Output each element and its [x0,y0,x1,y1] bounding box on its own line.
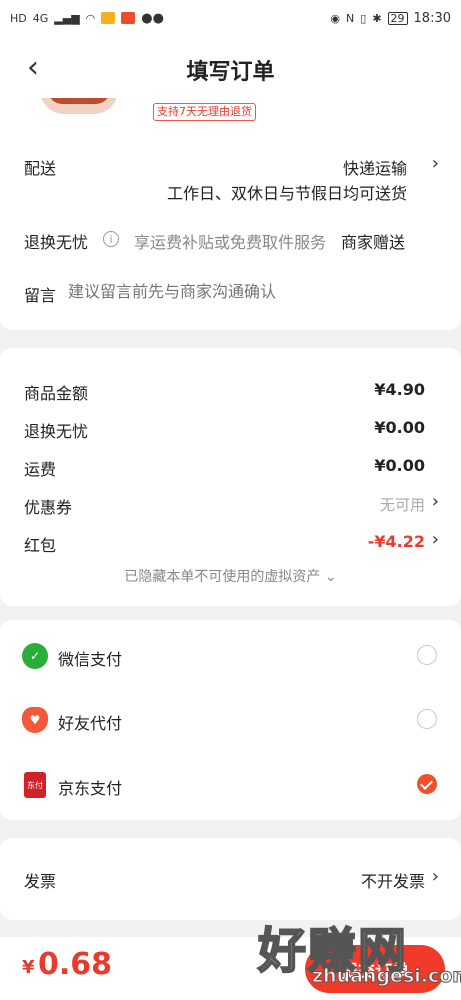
worry-free-value: 商家赠送 [341,233,406,252]
hidden-assets-toggle[interactable]: 已隐藏本单不可使用的虚拟资产 ⌄ [0,566,461,586]
payment-label: 微信支付 [58,650,123,669]
fee-label: 运费 [24,460,57,479]
worry-free-desc: 享运费补贴或免费取件服务 [134,233,327,252]
delivery-label: 配送 [24,159,57,178]
chevron-right-icon[interactable]: › [432,529,439,550]
fee-value: ¥0.00 [374,418,425,437]
delivery-note: 工作日、双休日与节假日均可送货 [166,184,407,203]
fee-row-shipping: 运费 ¥0.00 [24,456,425,480]
fee-row-worry-free: 退换无忧 ¥0.00 [24,418,425,442]
fee-row-red-packet[interactable]: 红包 -¥4.22 [24,532,425,556]
fee-label: 红包 [24,536,57,555]
fee-row-coupon[interactable]: 优惠券 无可用 [24,494,425,518]
fee-summary-card: 商品金额 ¥4.90 退换无忧 ¥0.00 运费 ¥0.00 优惠券 无可用 ›… [0,348,461,606]
submit-order-button[interactable]: 提交订单 [305,945,445,993]
jd-pay-icon: 东付 [24,772,46,798]
currency-symbol: ¥ [22,957,35,978]
status-bar-left: HD 4G ▂▄▆ ◠ ●● [10,12,164,25]
status-bar: HD 4G ▂▄▆ ◠ ●● ◉ N ▯ ✱ 29 18:30 [0,0,461,36]
fee-row-goods: 商品金额 ¥4.90 [24,380,425,404]
chevron-right-icon[interactable]: › [432,866,439,887]
return-policy-tag: 支持7天无理由退货 [153,103,256,121]
checkout-bar: ¥ 0.68 提交订单 [0,937,461,1000]
chevron-right-icon[interactable]: › [432,491,439,512]
payment-label: 京东支付 [58,779,123,798]
signal-icon: ▂▄▆ [54,11,80,25]
hd-indicator: HD [10,11,27,25]
payment-option-friend[interactable]: ♥ 好友代付 [0,692,461,752]
clock: 18:30 [413,10,451,26]
fee-value: ¥4.90 [374,380,425,399]
payment-option-jd[interactable]: 东付 京东支付 [0,757,461,817]
delivery-method[interactable]: 快递运输 [343,155,407,179]
nfc-icon: N [346,11,355,25]
chevron-right-icon[interactable]: › [432,153,439,174]
app-notification-icon [121,12,136,24]
radio-checked[interactable] [417,774,437,794]
invoice-card[interactable]: 发票 不开发票 › [0,838,461,920]
fee-label: 优惠券 [24,498,73,517]
radio-unchecked[interactable] [417,709,437,729]
info-icon[interactable]: i [103,231,119,247]
vibrate-icon: ▯ [360,11,367,25]
message-input[interactable] [68,278,428,304]
radio-unchecked[interactable] [417,645,437,665]
mail-notification-icon [101,12,116,24]
wifi-icon: ◠ [85,11,96,25]
coupon-value[interactable]: 无可用 [380,494,425,518]
red-packet-value[interactable]: -¥4.22 [368,532,425,556]
order-total: 0.68 [38,947,113,982]
payment-label: 好友代付 [58,714,123,733]
fee-label: 退换无忧 [24,422,89,441]
bluetooth-icon: ✱ [372,11,382,25]
message-label: 留言 [24,286,57,305]
order-details-card: 支持7天无理由退货 配送 快递运输 › 工作日、双休日与节假日均可送货 退换无忧… [0,90,461,330]
hidden-assets-note: 已隐藏本单不可使用的虚拟资产 [124,569,321,585]
worry-free-label: 退换无忧 [24,233,89,252]
header: ‹ 填写订单 [0,36,461,98]
battery-icon: 29 [387,11,408,25]
network-indicator: 4G [32,11,49,25]
fee-label: 商品金额 [24,384,89,403]
invoice-label: 发票 [24,872,57,891]
payment-methods-card: ✓ 微信支付 ♥ 好友代付 东付 京东支付 [0,620,461,820]
friend-pay-icon: ♥ [22,707,48,733]
wechat-notification-icon: ●● [141,10,164,26]
payment-option-wechat[interactable]: ✓ 微信支付 [0,628,461,688]
page-title: 填写订单 [186,60,275,85]
invoice-value[interactable]: 不开发票 [361,868,425,892]
wechat-pay-icon: ✓ [22,643,48,669]
fee-value: ¥0.00 [374,456,425,475]
jd-pay-icon-text: 东付 [27,780,43,790]
chevron-down-icon: ⌄ [324,569,337,585]
eye-icon: ◉ [330,11,341,25]
status-bar-right: ◉ N ▯ ✱ 29 18:30 [330,11,451,26]
